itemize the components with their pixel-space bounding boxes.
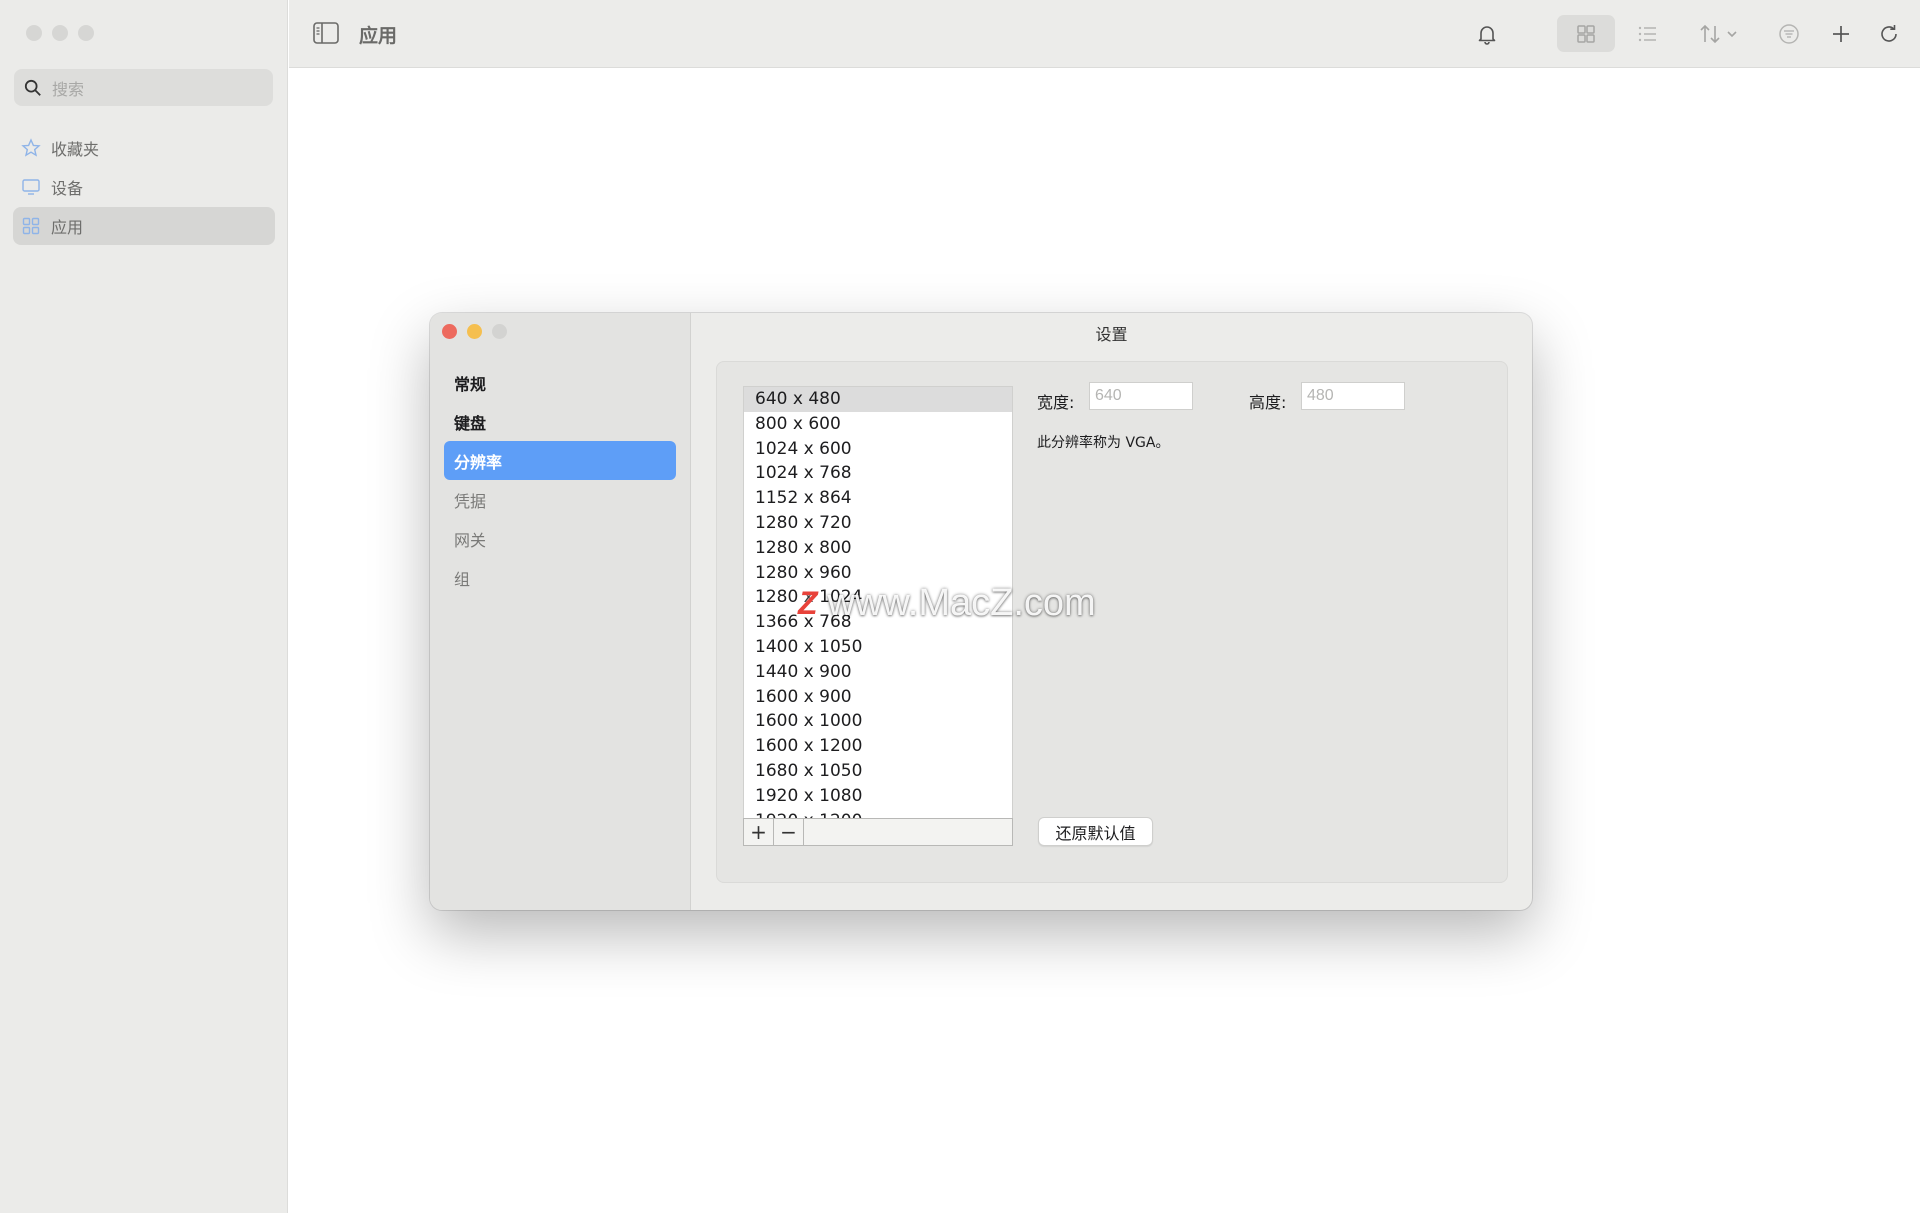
remove-resolution-button[interactable]: − (774, 819, 804, 845)
main-toolbar: 应用 (289, 0, 1920, 68)
restore-defaults-button[interactable]: 还原默认值 (1038, 817, 1153, 846)
width-field[interactable]: 640 (1089, 382, 1193, 410)
sidebar-item-favorites[interactable]: 收藏夹 (13, 129, 275, 167)
zoom-button[interactable] (78, 25, 94, 41)
add-button[interactable] (1825, 18, 1857, 50)
refresh-icon (1881, 25, 1897, 42)
nav-item-credentials[interactable]: 凭据 (444, 480, 676, 519)
dialog-close-button[interactable] (442, 324, 457, 339)
watermark: Z www.MacZ.com (798, 582, 1096, 625)
dialog-window-controls (442, 324, 507, 339)
height-label: 高度: (1249, 393, 1287, 412)
width-label: 宽度: (1037, 393, 1075, 412)
dialog-minimize-button[interactable] (467, 324, 482, 339)
resolution-row[interactable]: 1024 x 600 (744, 437, 1012, 462)
filter-button[interactable] (1773, 18, 1805, 50)
resolution-row[interactable]: 640 x 480 (744, 387, 1012, 412)
resolution-row[interactable]: 1024 x 768 (744, 461, 1012, 486)
search-field[interactable]: 搜索 (14, 69, 273, 106)
resolution-row[interactable]: 1600 x 1000 (744, 709, 1012, 734)
grid-view-icon (1577, 24, 1595, 43)
resolution-description: 此分辨率称为 VGA。 (1037, 435, 1170, 451)
resolution-row[interactable]: 1600 x 1200 (744, 734, 1012, 759)
monitor-icon (22, 179, 40, 195)
apps-icon (22, 217, 40, 235)
grid-view-button[interactable] (1557, 15, 1615, 52)
window-controls (26, 25, 94, 41)
add-resolution-button[interactable]: + (744, 819, 774, 845)
plus-icon (1833, 26, 1849, 42)
search-icon (24, 79, 41, 96)
search-placeholder: 搜索 (52, 79, 85, 99)
sidebar-item-label: 收藏夹 (51, 140, 100, 159)
settings-sidebar: 常规 键盘 分辨率 凭据 网关 组 (430, 313, 691, 910)
resolution-row[interactable]: 1280 x 720 (744, 511, 1012, 536)
sidebar-item-devices[interactable]: 设备 (13, 168, 275, 206)
bell-icon (1478, 26, 1496, 45)
sidebar-item-apps[interactable]: 应用 (13, 207, 275, 245)
resolution-row[interactable]: 1600 x 900 (744, 685, 1012, 710)
nav-item-gateway[interactable]: 网关 (444, 519, 676, 558)
resolution-row[interactable]: 1920 x 1200 (744, 809, 1012, 818)
sort-button[interactable] (1691, 18, 1751, 50)
sort-icon (1700, 24, 1737, 44)
close-button[interactable] (26, 25, 42, 41)
dialog-title: 设置 (1095, 325, 1128, 344)
list-view-button[interactable] (1631, 18, 1663, 50)
sidebar-item-label: 设备 (51, 179, 84, 198)
nav-item-general[interactable]: 常规 (444, 363, 676, 402)
height-field[interactable]: 480 (1301, 382, 1405, 410)
refresh-button[interactable] (1873, 18, 1905, 50)
watermark-text: www.MacZ.com (827, 582, 1096, 624)
nav-item-resolution[interactable]: 分辨率 (444, 441, 676, 480)
resolution-row[interactable]: 1400 x 1050 (744, 635, 1012, 660)
star-icon (21, 138, 41, 157)
resolution-row[interactable]: 800 x 600 (744, 412, 1012, 437)
list-view-icon (1638, 26, 1656, 42)
nav-item-keyboard[interactable]: 键盘 (444, 402, 676, 441)
dialog-zoom-button[interactable] (492, 324, 507, 339)
resolution-row[interactable]: 1440 x 900 (744, 660, 1012, 685)
resolution-row[interactable]: 1680 x 1050 (744, 759, 1012, 784)
nav-item-groups[interactable]: 组 (444, 558, 676, 597)
main-sidebar: 搜索 收藏夹 设备 应用 (0, 0, 288, 1213)
minimize-button[interactable] (52, 25, 68, 41)
resolution-row[interactable]: 1920 x 1080 (744, 784, 1012, 809)
sidebar-toggle-icon[interactable] (313, 22, 339, 44)
resolution-row[interactable]: 1152 x 864 (744, 486, 1012, 511)
watermark-logo: Z (798, 585, 818, 621)
list-toolbar: + − (743, 818, 1013, 846)
sidebar-item-label: 应用 (51, 218, 84, 237)
filter-icon (1779, 24, 1799, 44)
notifications-button[interactable] (1471, 18, 1503, 50)
page-title: 应用 (359, 25, 398, 47)
resolution-row[interactable]: 1280 x 800 (744, 536, 1012, 561)
